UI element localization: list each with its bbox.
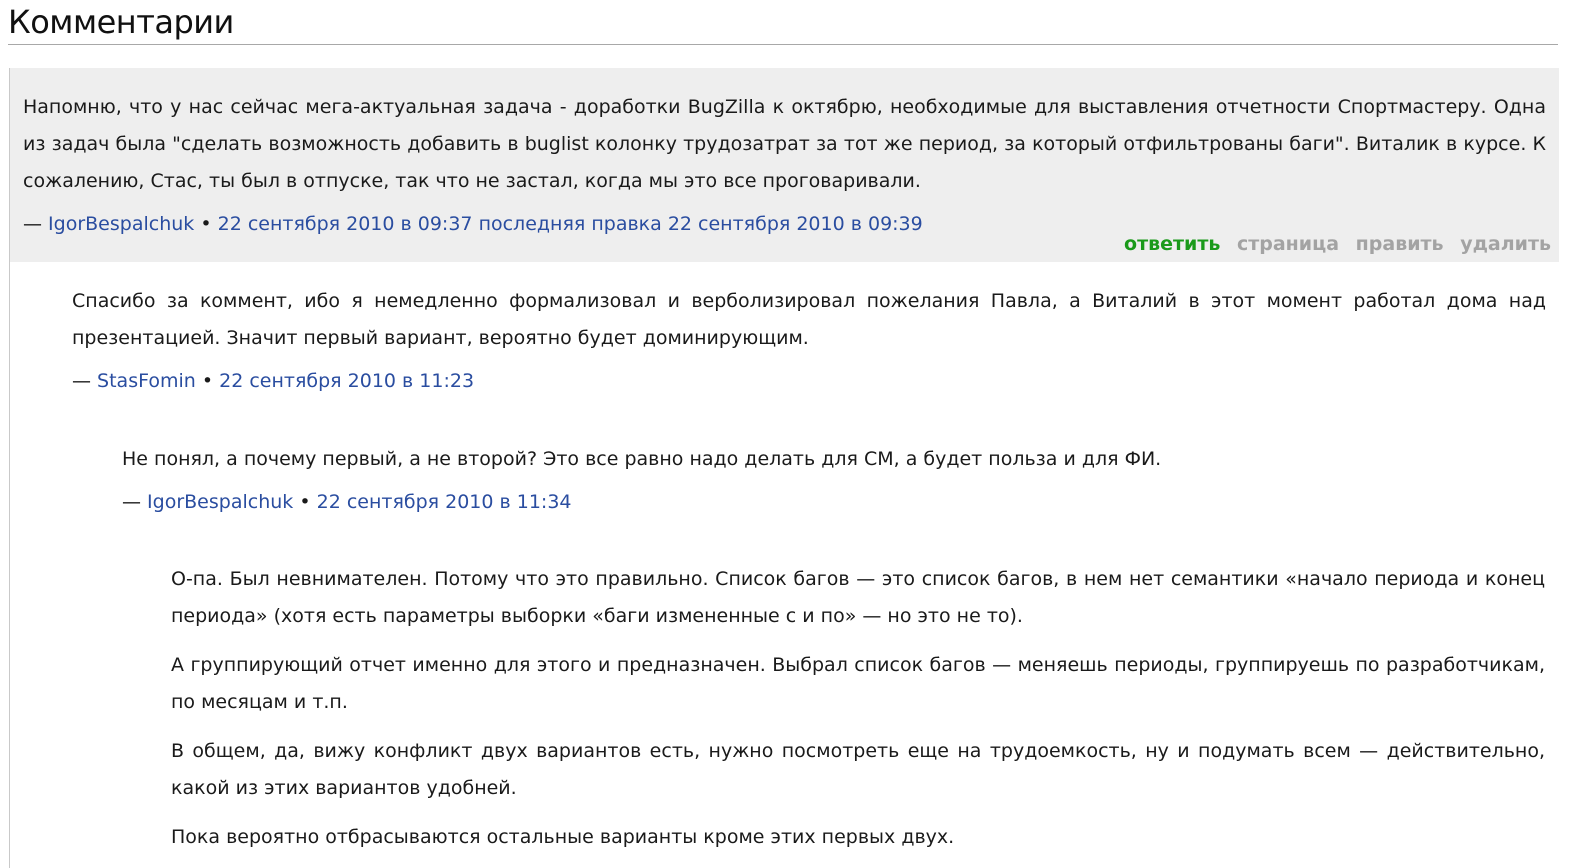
comment-1-separator: • bbox=[200, 213, 212, 235]
comment-4-paragraph-4: Пока вероятно отбрасываются остальные ва… bbox=[171, 826, 955, 848]
comment-1-text: Напомню, что у нас сейчас мега-актуальна… bbox=[23, 96, 1546, 192]
edit-button[interactable]: править bbox=[1356, 233, 1444, 255]
comment-3-date-link[interactable]: 22 сентября 2010 в 11:34 bbox=[317, 491, 572, 513]
comment-2-text: Спасибо за коммент, ибо я немедленно фор… bbox=[72, 290, 1546, 349]
comment-1-date-link[interactable]: 22 сентября 2010 в 09:37 bbox=[218, 213, 473, 235]
comment-2: Спасибо за коммент, ибо я немедленно фор… bbox=[72, 283, 1546, 394]
comment-4-paragraph-3: В общем, да, вижу конфликт двух варианто… bbox=[171, 740, 1545, 799]
comment-3-separator: • bbox=[299, 491, 311, 513]
page-button[interactable]: страница bbox=[1237, 233, 1339, 255]
comment-4-paragraph-1: О-па. Был невнимателен. Потому что это п… bbox=[171, 568, 1545, 627]
comment-4: О-па. Был невнимателен. Потому что это п… bbox=[171, 561, 1545, 856]
comment-3-text: Не понял, а почему первый, а не второй? … bbox=[122, 448, 1162, 470]
comment-1-actions: ответить страница править удалить bbox=[1114, 231, 1551, 257]
comment-2-date-link[interactable]: 22 сентября 2010 в 11:23 bbox=[219, 370, 474, 392]
comment-2-separator: • bbox=[201, 370, 214, 392]
title-divider bbox=[8, 44, 1558, 45]
comment-2-dash: — bbox=[72, 370, 91, 392]
comment-3-meta: — IgorBespalchuk • 22 сентября 2010 в 11… bbox=[122, 489, 1546, 515]
comment-1-author-link[interactable]: IgorBespalchuk bbox=[48, 213, 194, 235]
comment-3: Не понял, а почему первый, а не второй? … bbox=[122, 441, 1546, 515]
comment-3-dash: — bbox=[122, 491, 141, 513]
reply-button[interactable]: ответить bbox=[1124, 233, 1220, 255]
comment-1-edited-link[interactable]: последняя правка 22 сентября 2010 в 09:3… bbox=[479, 213, 923, 235]
page-title: Комментарии bbox=[8, 3, 234, 41]
comment-4-paragraph-2: А группирующий отчет именно для этого и … bbox=[171, 654, 1545, 713]
comment-2-meta: — StasFomin • 22 сентября 2010 в 11:23 bbox=[72, 368, 1546, 394]
comment-1-dash: — bbox=[23, 213, 42, 235]
comment-3-author-link[interactable]: IgorBespalchuk bbox=[147, 491, 293, 513]
comment-1: Напомню, что у нас сейчас мега-актуальна… bbox=[10, 68, 1559, 262]
comment-2-author-link[interactable]: StasFomin bbox=[97, 370, 196, 392]
delete-button[interactable]: удалить bbox=[1460, 233, 1551, 255]
